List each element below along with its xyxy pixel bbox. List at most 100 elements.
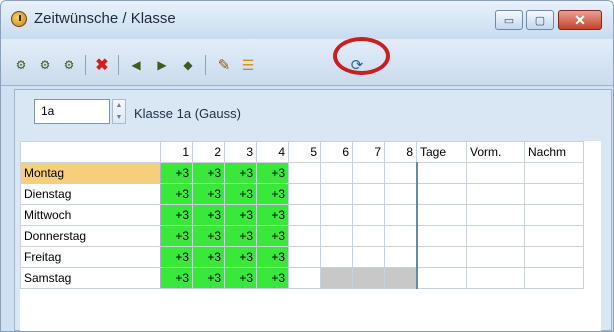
grid-cell[interactable] <box>415 267 467 289</box>
column-header[interactable]: Nachm <box>524 141 584 163</box>
grid-cell[interactable]: +3 <box>224 204 257 226</box>
grid-cell[interactable] <box>288 246 321 268</box>
shift-left-icon[interactable]: ◀ <box>125 55 147 75</box>
grid-cell[interactable]: +3 <box>224 183 257 205</box>
column-header[interactable]: 6 <box>320 141 353 163</box>
grid-cell[interactable] <box>352 162 385 184</box>
spinner-down-icon[interactable]: ▼ <box>116 114 123 121</box>
grid-cell[interactable]: +3 <box>192 246 225 268</box>
grid-cell[interactable]: +3 <box>256 204 289 226</box>
grid-cell[interactable]: +3 <box>192 162 225 184</box>
grid-cell[interactable] <box>352 246 385 268</box>
close-button[interactable]: ✕ <box>558 10 602 30</box>
grid-cell[interactable] <box>384 267 417 289</box>
grid-cell[interactable]: +3 <box>224 225 257 247</box>
grid-cell[interactable] <box>524 225 584 247</box>
grid-cell[interactable] <box>384 204 417 226</box>
shift-all-icon[interactable]: ◆ <box>177 55 199 75</box>
grid-cell[interactable] <box>384 225 417 247</box>
day-cell[interactable]: Mittwoch <box>20 204 161 226</box>
column-header[interactable]: Tage <box>416 141 467 163</box>
grid-cell[interactable] <box>352 267 385 289</box>
delete-icon[interactable]: ✖ <box>91 55 113 75</box>
grid-cell[interactable]: +3 <box>256 246 289 268</box>
grid-cell[interactable] <box>320 204 353 226</box>
grid-cell[interactable] <box>524 162 584 184</box>
column-header[interactable]: 5 <box>288 141 321 163</box>
day-cell[interactable]: Montag <box>20 162 161 184</box>
grid-cell[interactable] <box>352 225 385 247</box>
maximize-button[interactable]: ▢ <box>526 10 554 30</box>
grid-cell[interactable] <box>524 183 584 205</box>
grid-cell[interactable]: +3 <box>160 246 193 268</box>
grid-cell[interactable] <box>524 246 584 268</box>
grid-cell[interactable]: +3 <box>192 183 225 205</box>
spinner-up-icon[interactable]: ▲ <box>116 102 123 109</box>
minimize-button[interactable]: ▭ <box>495 10 523 30</box>
grid-cell[interactable]: +3 <box>256 225 289 247</box>
grid-cell[interactable]: +3 <box>256 267 289 289</box>
day-cell[interactable]: Donnerstag <box>20 225 161 247</box>
grid-cell[interactable]: +3 <box>192 225 225 247</box>
grid-cell[interactable]: +3 <box>224 162 257 184</box>
grid-cell[interactable] <box>415 204 467 226</box>
column-header[interactable]: 7 <box>352 141 385 163</box>
grid-cell[interactable] <box>466 183 525 205</box>
grid-cell[interactable] <box>288 183 321 205</box>
grid-cell[interactable] <box>466 204 525 226</box>
column-header[interactable]: 3 <box>224 141 257 163</box>
grid-cell[interactable] <box>384 246 417 268</box>
grid-cell[interactable] <box>415 183 467 205</box>
grid-cell[interactable]: +3 <box>160 204 193 226</box>
grid-cell[interactable]: +3 <box>224 267 257 289</box>
grid-cell[interactable] <box>288 267 321 289</box>
grid-cell[interactable] <box>288 162 321 184</box>
grid-cell[interactable]: +3 <box>160 183 193 205</box>
list-icon[interactable]: ☰ <box>237 55 259 75</box>
grid-cell[interactable] <box>524 267 584 289</box>
column-header[interactable]: Vorm. <box>466 141 525 163</box>
title-bar[interactable]: Zeitwünsche / Klasse ▭ ▢ ✕ <box>1 1 613 39</box>
grid-cell[interactable] <box>466 162 525 184</box>
column-header[interactable]: 2 <box>192 141 225 163</box>
grid-cell[interactable] <box>466 225 525 247</box>
grid-cell[interactable] <box>466 267 525 289</box>
grid-cell[interactable]: +3 <box>256 183 289 205</box>
grid-cell[interactable] <box>384 183 417 205</box>
day-cell[interactable]: Dienstag <box>20 183 161 205</box>
grid-cell[interactable]: +3 <box>160 225 193 247</box>
column-header[interactable]: 1 <box>160 141 193 163</box>
grid-cell[interactable] <box>352 183 385 205</box>
class-spinner[interactable]: ▲ ▼ <box>112 99 126 124</box>
grid-cell[interactable] <box>288 225 321 247</box>
class-input[interactable]: 1a <box>34 99 110 124</box>
grid-cell[interactable]: +3 <box>256 162 289 184</box>
grid-cell[interactable] <box>466 246 525 268</box>
grid-cell[interactable] <box>320 267 353 289</box>
grid-cell[interactable]: +3 <box>160 162 193 184</box>
grid-cell[interactable] <box>320 183 353 205</box>
day-cell[interactable]: Samstag <box>20 267 161 289</box>
grid-cell[interactable]: +3 <box>192 267 225 289</box>
grid-cell[interactable] <box>415 162 467 184</box>
edit-icon[interactable]: ✎ <box>213 55 235 75</box>
column-header[interactable]: 4 <box>256 141 289 163</box>
day-cell[interactable]: Freitag <box>20 246 161 268</box>
grid-cell[interactable] <box>320 162 353 184</box>
grid-cell[interactable]: +3 <box>192 204 225 226</box>
grid-cell[interactable] <box>415 225 467 247</box>
column-header[interactable]: 8 <box>384 141 417 163</box>
time-request-2-icon[interactable]: ⚙ <box>34 55 56 75</box>
grid-cell[interactable] <box>320 225 353 247</box>
grid-cell[interactable] <box>320 246 353 268</box>
grid-cell[interactable] <box>524 204 584 226</box>
grid-cell[interactable] <box>384 162 417 184</box>
grid-cell[interactable] <box>352 204 385 226</box>
grid-cell[interactable] <box>288 204 321 226</box>
time-request-icon[interactable]: ⚙ <box>10 55 32 75</box>
shift-right-icon[interactable]: ▶ <box>151 55 173 75</box>
grid-cell[interactable] <box>415 246 467 268</box>
grid-cell[interactable]: +3 <box>224 246 257 268</box>
grid-cell[interactable]: +3 <box>160 267 193 289</box>
time-request-3-icon[interactable]: ⚙ <box>58 55 80 75</box>
